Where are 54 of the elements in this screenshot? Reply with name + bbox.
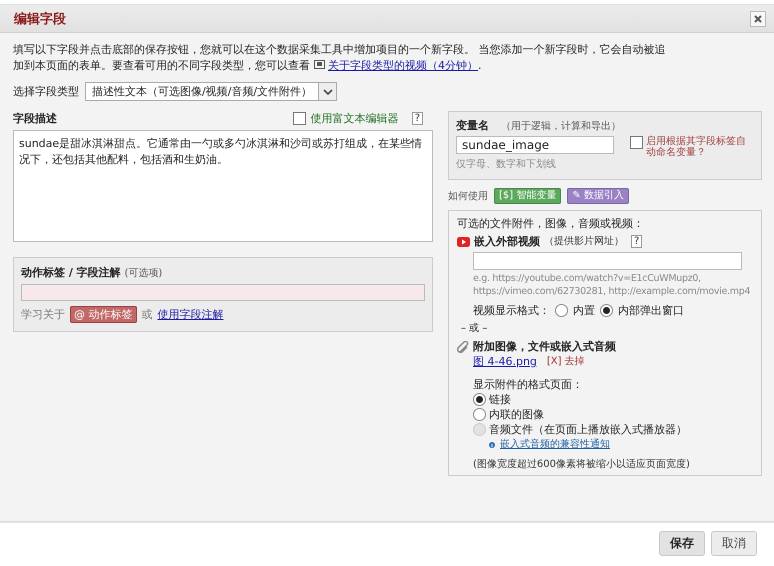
- save-button[interactable]: 保存: [659, 531, 705, 556]
- radio-label: 内联的图像: [489, 407, 544, 422]
- how-to-label: 如何使用: [448, 190, 488, 203]
- example-text: e.g. https://youtube.com/watch?v=E1cCuWMupz0, https://vimeo.com/62730281, http://example.com/movie.mp4: [472, 272, 752, 298]
- video-url-field[interactable]: [473, 252, 742, 270]
- field-type-select[interactable]: 描述性文本（可选图像/视频/音频/文件附件）: [85, 82, 338, 101]
- or-label: 或: [142, 307, 152, 322]
- note-text: (图像宽度超过600像素将被缩小以适应页面宽度): [472, 458, 691, 472]
- field-label: 嵌入外部视频: [474, 234, 540, 249]
- radio-button[interactable]: [473, 408, 486, 421]
- field-label: 变量名 （用于逻辑，计算和导出）: [456, 118, 622, 133]
- paperclip-icon: [457, 340, 469, 352]
- checkbox-label: 启用根据其字段标签自动命名变量？: [646, 136, 747, 158]
- hint-text: （提供影片网址）: [544, 234, 624, 249]
- intro-text: 填写以下字段并点击底部的保存按钮，您就可以在这个数据采集工具中增加项目的一个新字段。 当您添加一个新字段时，它会自动被追加到本页面的表单。要查看可用的不同字段类型，您可以查看 关于字段类型的视频（4分钟）.: [13, 42, 666, 74]
- field-label: 附加图像，文件或嵌入式音频: [473, 339, 616, 354]
- field-label: 视频显示格式：: [473, 303, 550, 318]
- checkbox-label: 使用富文本编辑器: [310, 111, 399, 126]
- file-link[interactable]: 图 4-46.png: [473, 354, 537, 369]
- caret-icon: [322, 88, 333, 96]
- help-button[interactable]: ?: [412, 112, 423, 125]
- film-icon: [314, 60, 324, 69]
- radio-button[interactable]: [473, 393, 486, 406]
- help-button[interactable]: ?: [631, 235, 642, 248]
- section-heading: 可选的文件附件，图像，音频或视频：: [457, 216, 645, 231]
- field-annotation-link[interactable]: 使用字段注解: [158, 307, 224, 322]
- close-button[interactable]: [750, 10, 766, 26]
- video-link[interactable]: 关于字段类型的视频（4分钟）: [328, 59, 478, 72]
- radio-label: 链接: [489, 392, 511, 407]
- radio-label: 音频文件（在页面上播放嵌入式播放器）: [489, 422, 687, 437]
- compatibility-notice-link[interactable]: 嵌入式音频的兼容性通知: [500, 437, 610, 452]
- info-icon: [489, 440, 495, 448]
- variable-name-field[interactable]: sundae_image: [456, 136, 614, 154]
- field-label: 字段描述: [13, 111, 57, 126]
- or-label: – 或 –: [461, 322, 488, 336]
- radio-button[interactable]: [555, 304, 568, 317]
- hint-text: 仅字母、数字和下划线: [456, 158, 557, 171]
- close-icon: [753, 14, 763, 24]
- checkbox[interactable]: [630, 136, 643, 149]
- description-field[interactable]: sundae是甜冰淇淋甜点。它通常由一勺或多勺冰淇淋和沙司或苏打组成，在某些情况下，还包括其他配料，包括酒和生奶油。: [13, 130, 433, 242]
- field-label: 选择字段类型: [13, 84, 79, 99]
- remove-link[interactable]: [X] 去掉: [546, 354, 585, 369]
- field-label: 动作标签 / 字段注解 (可选项): [21, 265, 164, 280]
- radio-label: 内置: [573, 303, 595, 318]
- radio-label: 内部弹出窗口: [618, 303, 684, 318]
- video-play-icon: [457, 236, 470, 246]
- radio-button[interactable]: [600, 304, 613, 317]
- field-label: 显示附件的格式页面：: [472, 377, 584, 392]
- action-tags-button[interactable]: @ 动作标签: [70, 306, 136, 323]
- checkbox[interactable]: [292, 112, 306, 125]
- action-tags-field[interactable]: [21, 284, 425, 301]
- learn-label: 学习关于: [21, 307, 65, 322]
- window-title: 编辑字段: [14, 10, 66, 28]
- cancel-button[interactable]: 取消: [711, 531, 757, 556]
